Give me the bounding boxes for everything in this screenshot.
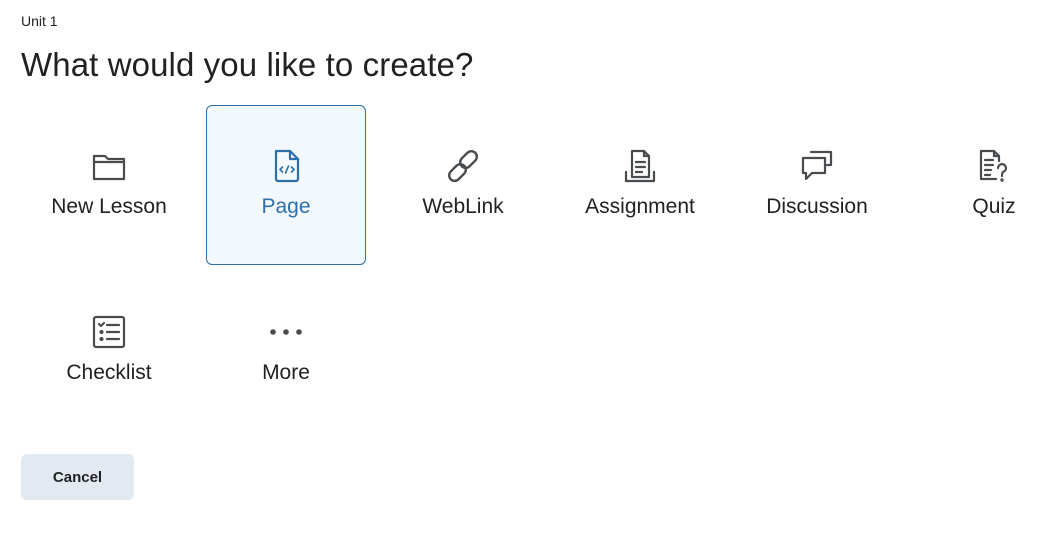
- option-assignment[interactable]: Assignment: [560, 105, 720, 265]
- more-dots-icon: [268, 314, 304, 350]
- discussion-icon: [799, 148, 835, 184]
- option-label: Assignment: [585, 195, 695, 218]
- option-label: WebLink: [422, 195, 504, 218]
- option-checklist[interactable]: Checklist: [29, 271, 189, 431]
- folder-icon: [91, 148, 127, 184]
- cancel-button[interactable]: Cancel: [21, 454, 134, 500]
- option-label: Quiz: [972, 195, 1016, 218]
- option-discussion[interactable]: Discussion: [737, 105, 897, 265]
- option-new-lesson[interactable]: New Lesson: [29, 105, 189, 265]
- quiz-icon: [976, 148, 1012, 184]
- option-label: New Lesson: [51, 195, 167, 218]
- page-title: What would you like to create?: [21, 46, 474, 83]
- option-label: Checklist: [66, 361, 152, 384]
- html-file-icon: [268, 148, 304, 184]
- checklist-icon: [91, 314, 127, 350]
- option-label: More: [262, 361, 310, 384]
- option-quiz[interactable]: Quiz: [914, 105, 1057, 265]
- option-weblink[interactable]: WebLink: [383, 105, 543, 265]
- option-page[interactable]: Page: [206, 105, 366, 265]
- option-more[interactable]: More: [206, 271, 366, 431]
- create-dialog: Unit 1 What would you like to create? Ne…: [0, 0, 1057, 541]
- breadcrumb[interactable]: Unit 1: [21, 13, 58, 29]
- link-icon: [445, 148, 481, 184]
- option-label: Page: [261, 195, 311, 218]
- assignment-icon: [622, 148, 658, 184]
- option-label: Discussion: [766, 195, 868, 218]
